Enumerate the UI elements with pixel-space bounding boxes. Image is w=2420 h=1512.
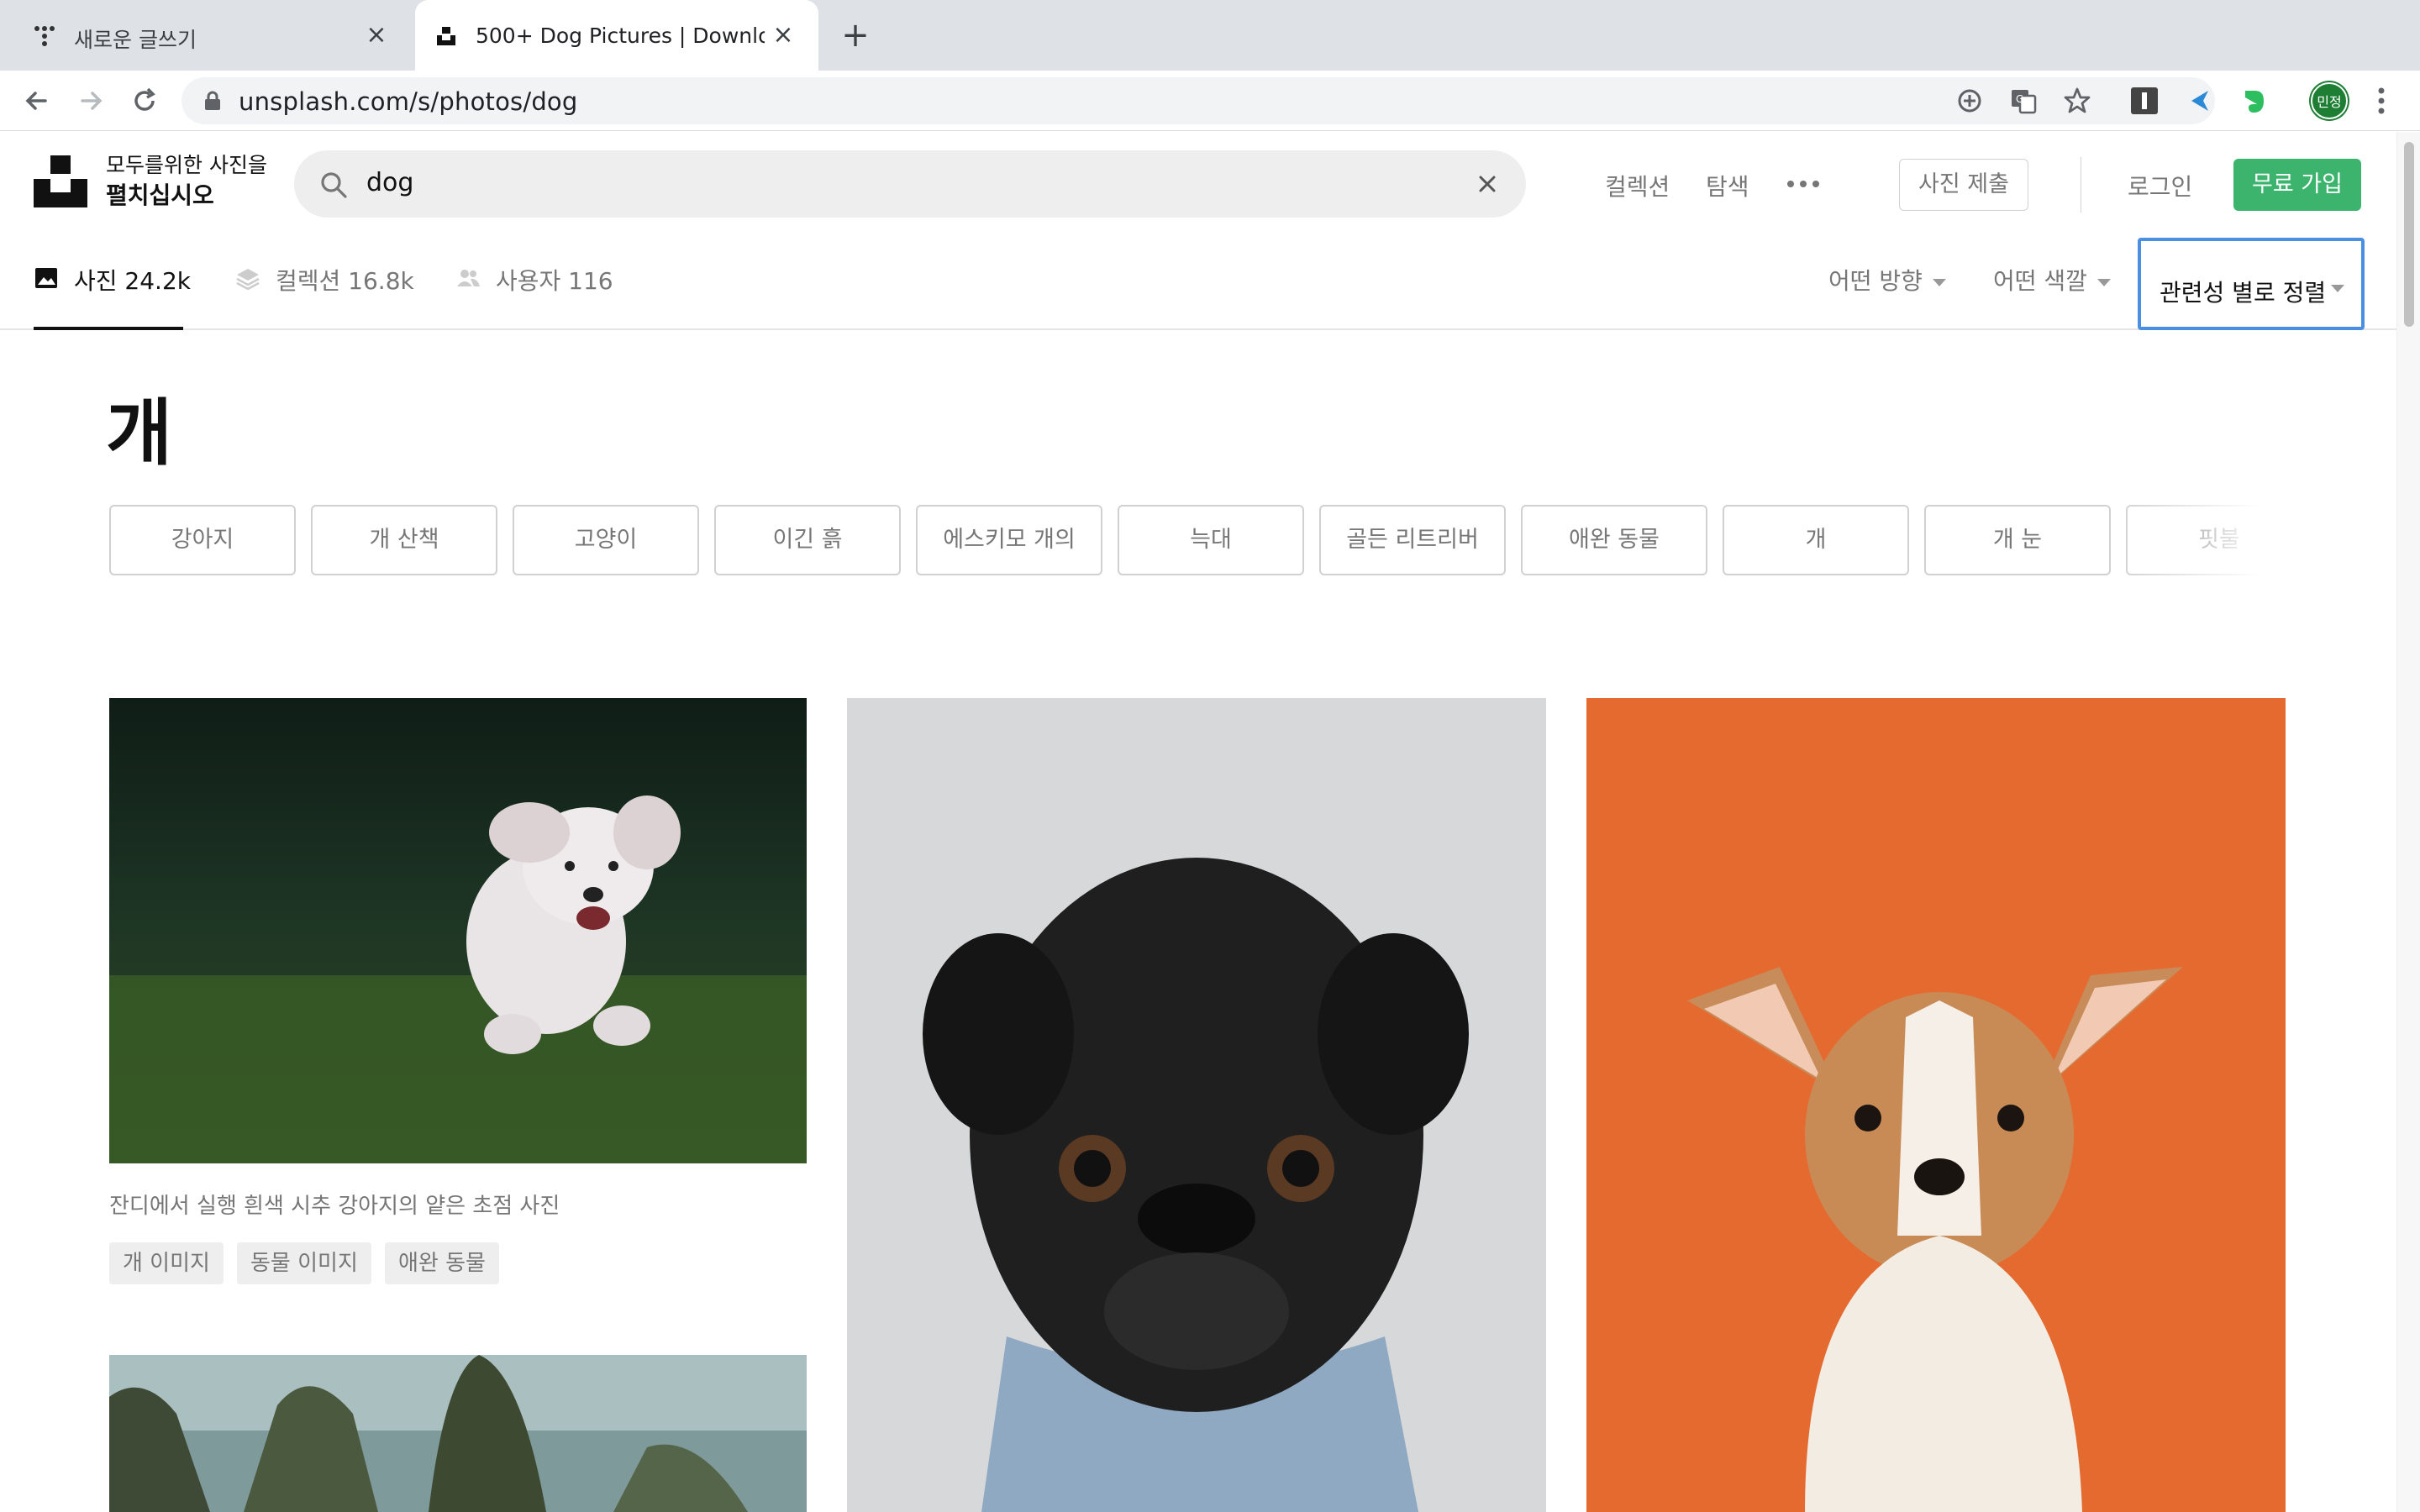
tab-title: 500+ Dog Pictures | Download <box>476 24 765 48</box>
related-chip[interactable]: 개 <box>1723 505 1909 575</box>
related-chip[interactable]: 고양이 <box>513 505 699 575</box>
login-link[interactable]: 로그인 <box>2128 169 2192 202</box>
share-extension-icon[interactable] <box>2185 86 2215 116</box>
logo-tagline-line2: 펼치십시오 <box>106 181 214 209</box>
related-chip[interactable]: 골든 리트리버 <box>1319 505 1506 575</box>
sort-dropdown[interactable]: 관련성 별로 정렬 <box>2138 238 2365 330</box>
new-tab-button[interactable]: + <box>839 18 872 52</box>
browser-tab-new-post[interactable]: 새로운 글쓰기 × <box>0 0 412 71</box>
photo-tag[interactable]: 애완 동물 <box>385 1242 499 1284</box>
result-type-nav: 사진 24.2k 컬렉션 16.8k 사용자 116 어떤 방향 어떤 색깔 <box>0 233 2396 330</box>
photo-black-pug[interactable] <box>847 698 1546 1512</box>
browser-toolbar: unsplash.com/s/photos/dog G <box>0 71 2420 131</box>
tab-close-icon[interactable]: × <box>770 22 797 49</box>
chevron-down-icon <box>2096 278 2111 286</box>
browser-tab-unsplash[interactable]: 500+ Dog Pictures | Download × <box>415 0 818 71</box>
page-title: 개 <box>106 391 173 475</box>
clear-search-icon[interactable] <box>1472 169 1502 199</box>
nav-collections-link[interactable]: 컬렉션 <box>1605 169 1670 202</box>
photo-corgi-puppy[interactable] <box>1586 698 2286 1512</box>
submit-photo-button[interactable]: 사진 제출 <box>1899 159 2028 211</box>
photo-caption: 잔디에서 실행 흰색 시추 강아지의 얕은 초점 사진 <box>109 1194 560 1219</box>
photo-trees-sky[interactable] <box>109 1355 807 1512</box>
layers-icon <box>236 269 260 290</box>
search-input[interactable]: dog <box>366 168 413 197</box>
color-filter-label: 어떤 색깔 <box>1993 267 2087 295</box>
tab-users-label: 사용자 116 <box>496 267 613 295</box>
browser-menu-icon[interactable] <box>2371 86 2391 116</box>
evernote-extension-icon[interactable] <box>2238 86 2269 116</box>
tab-collections[interactable]: 컬렉션 16.8k <box>235 263 414 330</box>
chips-scroll-fade <box>2119 505 2287 577</box>
logo-tagline[interactable]: 모두를위한 사진을 펼치십시오 <box>106 150 267 211</box>
scrollbar-thumb[interactable] <box>2404 142 2414 327</box>
bookmark-star-icon[interactable] <box>2062 86 2092 116</box>
address-bar[interactable]: unsplash.com/s/photos/dog G <box>182 77 2215 124</box>
sort-dropdown-label: 관련성 별로 정렬 <box>2160 279 2327 307</box>
related-chip[interactable]: 이긴 흙 <box>714 505 901 575</box>
add-circle-icon[interactable] <box>1954 86 1985 116</box>
page-scrollbar[interactable] <box>2396 132 2420 1512</box>
search-icon[interactable] <box>319 171 348 199</box>
tab-photos[interactable]: 사진 24.2k <box>34 263 191 330</box>
profile-avatar[interactable]: 민정 <box>2311 82 2348 119</box>
color-filter[interactable]: 어떤 색깔 <box>1993 263 2111 297</box>
tab-photos-label: 사진 24.2k <box>74 267 191 295</box>
unsplash-page: 모두를위한 사진을 펼치십시오 dog 컬렉션 탐색 사진 제출 로그인 무료 … <box>0 132 2396 1512</box>
logo-tagline-line1: 모두를위한 사진을 <box>106 153 267 177</box>
related-search-chips: 강아지 개 산책 고양이 이긴 흙 에스키모 개의 늑대 골든 리트리버 애완 … <box>109 505 2287 577</box>
orientation-filter[interactable]: 어떤 방향 <box>1828 263 1946 297</box>
search-bar[interactable]: dog <box>294 150 1526 218</box>
orientation-filter-label: 어떤 방향 <box>1828 267 1923 295</box>
tab-collections-label: 컬렉션 16.8k <box>276 267 414 295</box>
unsplash-logo-icon[interactable] <box>34 154 87 207</box>
unsplash-icon <box>437 27 455 45</box>
back-arrow-icon[interactable] <box>18 82 55 119</box>
svg-text:G: G <box>2016 93 2023 105</box>
lock-icon <box>205 91 220 110</box>
translate-icon[interactable]: G <box>2008 86 2039 116</box>
image-icon <box>35 268 57 288</box>
tistory-dots-icon <box>34 26 55 46</box>
more-options-icon[interactable] <box>1786 179 1820 189</box>
nav-explore-link[interactable]: 탐색 <box>1706 169 1749 202</box>
url-text: unsplash.com/s/photos/dog <box>239 87 578 116</box>
signup-button[interactable]: 무료 가입 <box>2233 159 2361 211</box>
related-chip[interactable]: 강아지 <box>109 505 296 575</box>
related-chip[interactable]: 늑대 <box>1118 505 1304 575</box>
reload-icon[interactable] <box>126 82 163 119</box>
tab-users[interactable]: 사용자 116 <box>455 263 613 330</box>
related-chip[interactable]: 개 눈 <box>1924 505 2111 575</box>
photo-tag[interactable]: 개 이미지 <box>109 1242 224 1284</box>
related-chip[interactable]: 에스키모 개의 <box>916 505 1102 575</box>
related-chip[interactable]: 개 산책 <box>311 505 497 575</box>
forward-arrow-icon[interactable] <box>72 82 109 119</box>
tab-title: 새로운 글쓰기 <box>74 28 197 52</box>
users-icon <box>457 270 480 286</box>
related-chip[interactable]: 애완 동물 <box>1521 505 1707 575</box>
instapaper-extension-icon[interactable] <box>2129 86 2160 116</box>
chevron-down-icon <box>2331 285 2344 292</box>
chevron-down-icon <box>1932 278 1946 286</box>
tab-close-icon[interactable]: × <box>363 22 390 49</box>
photo-tag[interactable]: 동물 이미지 <box>237 1242 371 1284</box>
browser-tab-bar: 새로운 글쓰기 × 500+ Dog Pictures | Download ×… <box>0 0 2420 71</box>
photo-white-dog-running[interactable] <box>109 698 807 1163</box>
